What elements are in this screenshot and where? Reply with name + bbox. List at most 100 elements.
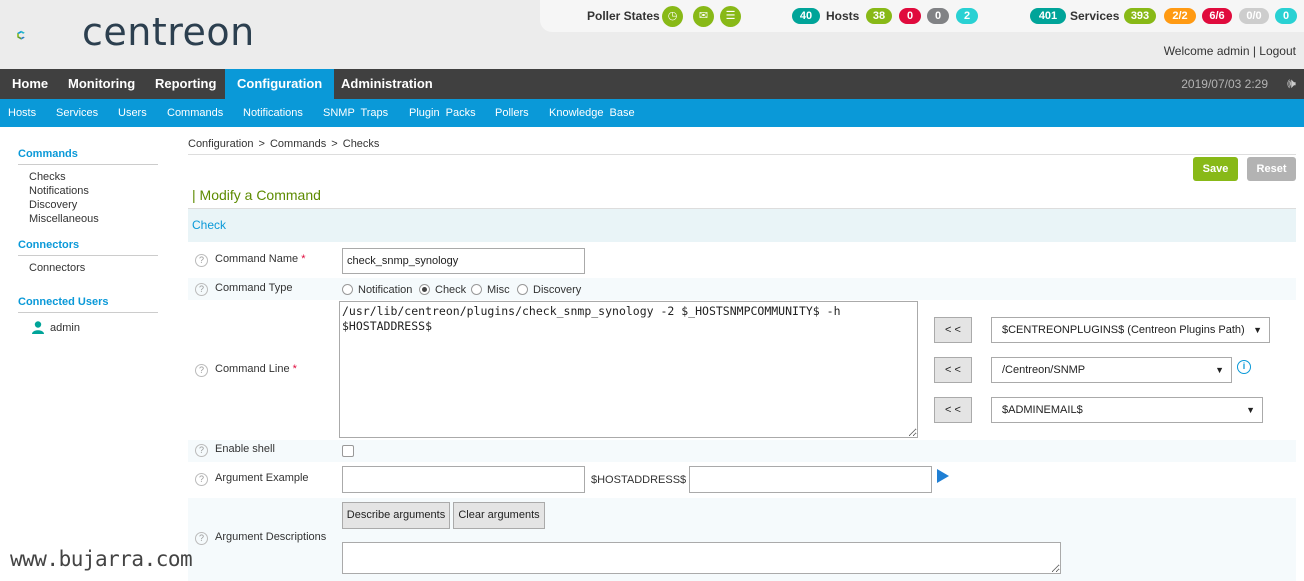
plugin-select[interactable]: /Centreon/SNMP ▼: [991, 357, 1232, 383]
command-name-input[interactable]: [342, 248, 585, 274]
hosts-down-badge[interactable]: 0: [899, 8, 921, 24]
hosts-pending-badge[interactable]: 2: [956, 8, 978, 24]
enable-shell-label: Enable shell: [215, 443, 275, 455]
sidebar-item-miscellaneous[interactable]: Miscellaneous: [29, 213, 99, 225]
sidebar-section-commands[interactable]: Commands: [18, 148, 158, 165]
breadcrumb[interactable]: Configuration > Commands > Checks: [188, 138, 1296, 155]
help-icon[interactable]: ?: [195, 473, 208, 486]
radio-check[interactable]: [419, 284, 430, 295]
describe-arguments-button[interactable]: Describe arguments: [342, 502, 450, 529]
command-line-label: Command Line *: [215, 363, 297, 375]
sidebar-item-connectors[interactable]: Connectors: [29, 262, 85, 274]
radio-discovery[interactable]: [517, 284, 528, 295]
subnav-pollers[interactable]: Pollers: [495, 99, 529, 127]
main-navigation: Home Monitoring Reporting Configuration …: [0, 69, 1304, 99]
hostaddress-label: $HOSTADDRESS$: [591, 474, 687, 486]
help-icon[interactable]: ?: [195, 444, 208, 457]
section-title: Check: [192, 218, 227, 232]
save-button[interactable]: Save: [1193, 157, 1238, 181]
services-label: Services: [1070, 9, 1120, 23]
section-header: Check: [188, 208, 1296, 242]
sidebar-section-connected-users[interactable]: Connected Users: [18, 296, 158, 313]
watermark-text: www.bujarra.com: [10, 547, 193, 571]
subnav-plugin-packs[interactable]: Plugin Packs: [409, 99, 476, 127]
poller-states-label: Poller States: [587, 9, 660, 23]
enable-shell-checkbox[interactable]: [342, 445, 354, 457]
subnav-knowledge-base[interactable]: Knowledge Base: [549, 99, 635, 127]
services-warning-badge[interactable]: 2/2: [1164, 8, 1196, 24]
services-unknown-badge[interactable]: 0/0: [1239, 8, 1269, 24]
subnav-services[interactable]: Services: [56, 99, 98, 127]
nav-home[interactable]: Home: [0, 69, 60, 99]
services-critical-badge[interactable]: 6/6: [1202, 8, 1232, 24]
argument-example-input[interactable]: [342, 466, 585, 493]
nav-configuration[interactable]: Configuration: [225, 69, 335, 99]
row-enable-shell: [188, 440, 1296, 462]
radio-notification-label: Notification: [358, 284, 413, 296]
sidebar-item-discovery[interactable]: Discovery: [29, 199, 77, 211]
argument-descriptions-textarea[interactable]: [342, 542, 1061, 574]
resource-select[interactable]: $CENTREONPLUGINS$ (Centreon Plugins Path…: [991, 317, 1270, 343]
sound-icon[interactable]: 🕪: [1287, 75, 1296, 92]
poller-clock-icon[interactable]: ◷: [662, 6, 683, 27]
help-icon[interactable]: ?: [195, 532, 208, 545]
row-command-type: [188, 278, 1296, 300]
hosts-unreachable-badge[interactable]: 0: [927, 8, 949, 24]
nav-monitoring[interactable]: Monitoring: [56, 69, 147, 99]
hosts-up-badge[interactable]: 38: [866, 8, 892, 24]
sidebar-item-checks[interactable]: Checks: [29, 171, 66, 183]
nav-reporting[interactable]: Reporting: [143, 69, 228, 99]
services-ok-badge[interactable]: 393: [1124, 8, 1156, 24]
radio-discovery-label: Discovery: [533, 284, 582, 296]
play-icon[interactable]: [937, 469, 949, 483]
insert-macro-button[interactable]: < <: [934, 397, 972, 423]
insert-plugin-path-button[interactable]: < <: [934, 317, 972, 343]
info-icon[interactable]: i: [1237, 360, 1251, 374]
command-type-label: Command Type: [215, 282, 293, 294]
help-icon[interactable]: ?: [195, 283, 208, 296]
radio-notification[interactable]: [342, 284, 353, 295]
subnav-hosts[interactable]: Hosts: [8, 99, 36, 127]
macro-select[interactable]: $ADMINEMAIL$ ▼: [991, 397, 1263, 423]
hostaddress-input[interactable]: [689, 466, 932, 493]
form-title: | Modify a Command: [192, 187, 321, 203]
clear-arguments-button[interactable]: Clear arguments: [453, 502, 545, 529]
sidebar-item-notifications[interactable]: Notifications: [29, 185, 89, 197]
hosts-label: Hosts: [826, 9, 860, 23]
centreon-logo-icon[interactable]: [16, 12, 68, 58]
poller-stack-icon[interactable]: ☰: [720, 6, 741, 27]
user-icon: [32, 321, 44, 334]
help-icon[interactable]: ?: [195, 254, 208, 267]
datetime: 2019/07/03 2:29: [1181, 77, 1268, 91]
services-total-badge[interactable]: 401: [1030, 8, 1066, 24]
command-name-label: Command Name *: [215, 253, 306, 265]
reset-button[interactable]: Reset: [1247, 157, 1296, 181]
nav-administration[interactable]: Administration: [329, 69, 445, 99]
sidebar-section-connectors[interactable]: Connectors: [18, 239, 158, 256]
status-bar: Poller States ◷ ✉ ☰ 40 Hosts 38 0 0 2 40…: [540, 0, 1304, 32]
radio-misc-label: Misc: [487, 284, 510, 296]
subnav-notifications[interactable]: Notifications: [243, 99, 303, 127]
top-header: centreon Poller States ◷ ✉ ☰ 40 Hosts 38…: [0, 0, 1304, 69]
subnav-snmp-traps[interactable]: SNMP Traps: [323, 99, 388, 127]
help-icon[interactable]: ?: [195, 364, 208, 377]
argument-example-label: Argument Example: [215, 472, 309, 484]
welcome-logout-link[interactable]: Welcome admin | Logout: [1164, 44, 1296, 58]
hosts-total-badge[interactable]: 40: [792, 8, 820, 24]
subnav-commands[interactable]: Commands: [167, 99, 223, 127]
insert-plugin-button[interactable]: < <: [934, 357, 972, 383]
sub-navigation: Hosts Services Users Commands Notificati…: [0, 99, 1304, 127]
radio-check-label: Check: [435, 284, 467, 296]
app-window: centreon Poller States ◷ ✉ ☰ 40 Hosts 38…: [0, 0, 1304, 581]
argument-descriptions-label: Argument Descriptions: [215, 531, 327, 543]
chevron-down-icon: ▼: [1246, 405, 1255, 415]
logo-text: centreon: [82, 10, 255, 54]
chevron-down-icon: ▼: [1215, 365, 1224, 375]
subnav-users[interactable]: Users: [118, 99, 147, 127]
chevron-down-icon: ▼: [1253, 325, 1262, 335]
radio-misc[interactable]: [471, 284, 482, 295]
poller-database-icon[interactable]: ✉: [693, 6, 714, 27]
sidebar-item-admin[interactable]: admin: [50, 322, 80, 334]
command-line-textarea[interactable]: /usr/lib/centreon/plugins/check_snmp_syn…: [339, 301, 918, 438]
services-pending-badge[interactable]: 0: [1275, 8, 1297, 24]
